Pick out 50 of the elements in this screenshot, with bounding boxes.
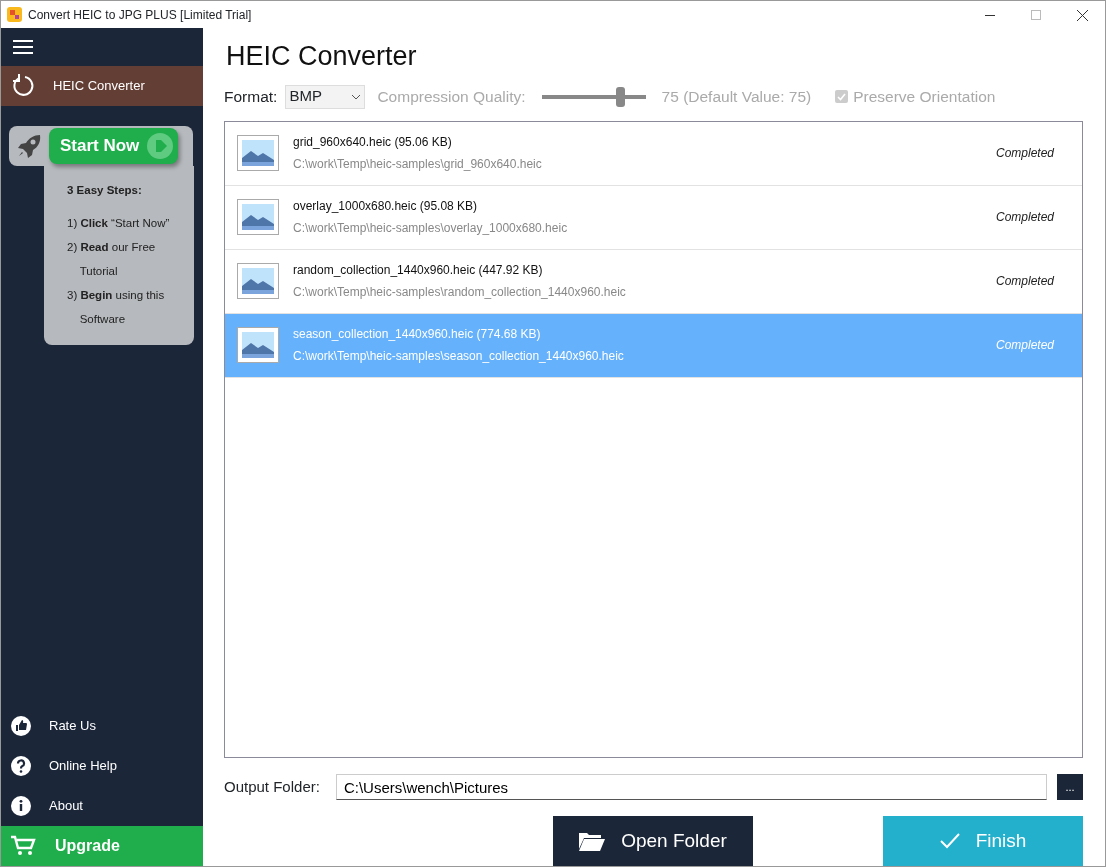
- sidebar-item[interactable]: HEIC Converter: [1, 66, 203, 106]
- chevron-down-icon: [351, 93, 362, 100]
- image-thumbnail-icon: [242, 268, 274, 294]
- app-logo-icon: [7, 7, 22, 22]
- checkmark-icon: [837, 92, 847, 101]
- thumbs-up-icon: [11, 716, 31, 736]
- window-title: Convert HEIC to JPG PLUS [Limited Trial]: [28, 6, 252, 24]
- file-status: Completed: [995, 209, 1054, 226]
- sidebar-link[interactable]: Rate Us: [1, 706, 203, 746]
- image-thumbnail-icon: [242, 332, 274, 358]
- cart-icon: [11, 835, 37, 857]
- step-text: 1) Click “Start Now”: [67, 216, 171, 231]
- file-status: Completed: [995, 145, 1054, 162]
- file-path: C:\work\Temp\heic-samples\random_collection_1440x960.heic: [293, 284, 626, 301]
- file-name: grid_960x640.heic (95.06 KB): [293, 134, 453, 151]
- quality-label: Compression Quality:: [377, 86, 526, 107]
- menu-icon[interactable]: [13, 39, 33, 55]
- file-path: C:\work\Temp\heic-samples\season_collection_1440x960.heic: [293, 348, 624, 365]
- rocket-icon: [16, 133, 42, 159]
- folder-icon: [579, 831, 606, 851]
- file-name: overlay_1000x680.heic (95.08 KB): [293, 198, 479, 215]
- format-dropdown[interactable]: BMP: [285, 84, 366, 109]
- sidebar-link[interactable]: About: [1, 786, 203, 826]
- browse-button[interactable]: ...: [1057, 774, 1083, 800]
- file-row[interactable]: random_collection_1440x960.heic (447.92 KB) C:\work\Temp\heic-samples\random_collection_1440x960.heic Completed: [225, 249, 1082, 314]
- sidebar-link[interactable]: Online Help: [1, 746, 203, 786]
- image-thumbnail-icon: [242, 204, 274, 230]
- image-thumbnail-icon: [242, 140, 274, 166]
- file-row[interactable]: grid_960x640.heic (95.06 KB) C:\work\Temp\heic-samples\grid_960x640.heic Completed: [225, 121, 1082, 186]
- close-button[interactable]: [1076, 9, 1088, 21]
- file-path: C:\work\Temp\heic-samples\overlay_1000x680.heic: [293, 220, 568, 237]
- file-row[interactable]: overlay_1000x680.heic (95.08 KB) C:\work\Temp\heic-samples\overlay_1000x680.heic Completed: [225, 185, 1082, 250]
- format-label: Format:: [224, 86, 278, 107]
- steps-heading: 3 Easy Steps:: [67, 183, 143, 198]
- refresh-icon: [11, 74, 35, 98]
- file-status: Completed: [995, 337, 1054, 354]
- file-path: C:\work\Temp\heic-samples\grid_960x640.heic: [293, 156, 542, 173]
- step-text: 3) Begin using this Software: [67, 288, 166, 327]
- page-heading: HEIC Converter: [226, 40, 418, 73]
- output-folder-label: Output Folder:: [224, 776, 320, 797]
- info-icon: [11, 796, 31, 816]
- file-name: season_collection_1440x960.heic (774.68 KB): [293, 326, 542, 343]
- open-button[interactable]: Open Folder: [553, 816, 753, 866]
- output-folder-field[interactable]: C:\Users\wench\Pictures: [335, 774, 1047, 800]
- checkmark-icon: [939, 833, 960, 849]
- file-status: Completed: [995, 273, 1054, 290]
- quality-reading: 75 (Default Value: 75): [661, 86, 812, 107]
- file-name: random_collection_1440x960.heic (447.92 KB): [293, 262, 544, 279]
- help-icon: [11, 756, 31, 776]
- play-icon: [147, 133, 174, 159]
